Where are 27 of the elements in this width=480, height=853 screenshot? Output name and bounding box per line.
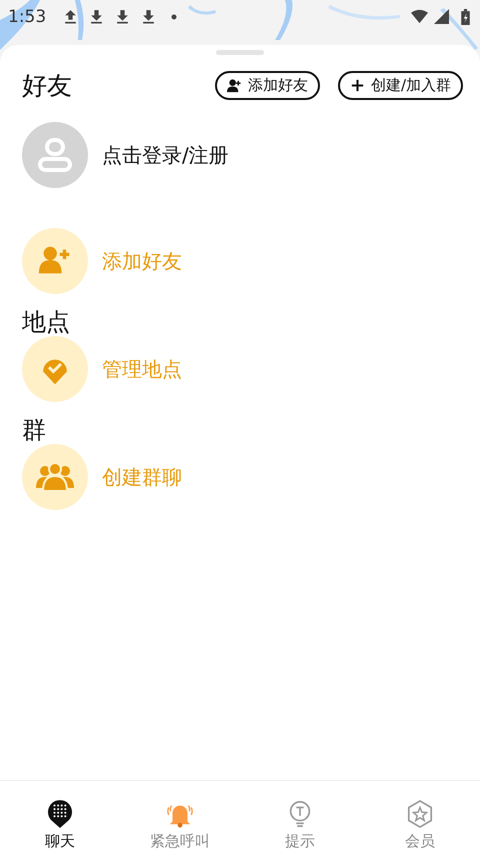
signal-icon (433, 9, 450, 24)
status-time: 1:53 (8, 6, 46, 26)
nav-tab[interactable]: 提示 (240, 781, 360, 853)
nav-tab[interactable]: 会员 (360, 781, 480, 853)
plus-icon (350, 78, 365, 93)
wifi-icon (411, 9, 428, 24)
nav-tab[interactable]: 聊天 (0, 781, 120, 853)
action-link[interactable]: 添加好友 (102, 248, 182, 274)
drag-handle[interactable] (216, 50, 264, 55)
create-group-button[interactable]: 创建/加入群 (338, 71, 463, 100)
download-icon (115, 9, 130, 24)
login-link[interactable]: 点击登录/注册 (102, 142, 229, 168)
action-link[interactable]: 管理地点 (102, 356, 182, 382)
add-person-icon (226, 78, 242, 93)
dot-icon (171, 14, 178, 20)
star-badge-icon (406, 799, 434, 829)
section-title: 群 (21, 415, 47, 446)
download-icon (89, 9, 104, 24)
add-friend-button[interactable]: 添加好友 (214, 71, 320, 100)
upload-icon (63, 9, 78, 24)
section-title: 好友 (22, 70, 72, 102)
download-icon (141, 9, 156, 24)
action-link[interactable]: 创建群聊 (102, 464, 182, 490)
chat-pin-icon (46, 799, 74, 829)
section-title: 地点 (21, 307, 71, 338)
battery-icon (461, 8, 470, 24)
nav-tab[interactable]: 紧急呼叫 (120, 781, 240, 853)
